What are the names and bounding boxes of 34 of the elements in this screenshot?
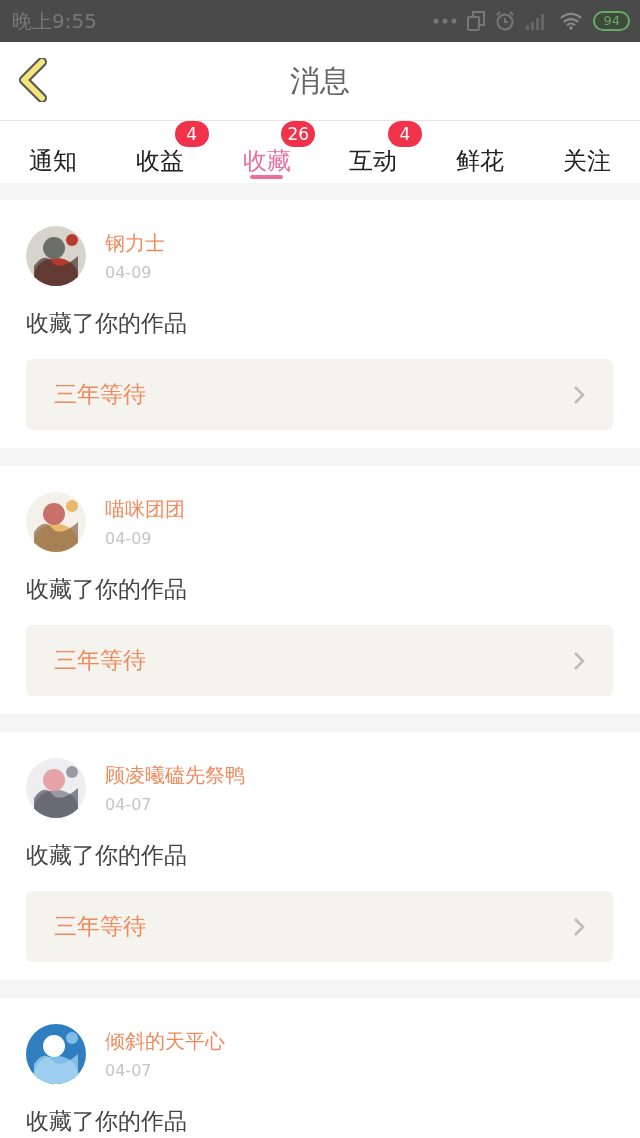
message-text: 收藏了你的作品 [26, 309, 188, 338]
user-name[interactable]: 顾凌曦磕先祭鸭 [105, 762, 245, 789]
message-text: 收藏了你的作品 [26, 841, 188, 870]
alarm-icon [495, 11, 516, 31]
chevron-icon [573, 916, 585, 937]
tab[interactable]: 关注 [533, 121, 640, 183]
wifi-icon [559, 12, 584, 30]
dots-icon [433, 18, 458, 24]
tab[interactable]: 鲜花 [426, 121, 534, 183]
user-name[interactable]: 喵咪团团 [105, 496, 185, 523]
message-date: 04-09 [105, 263, 153, 282]
tab[interactable]: 互动 4 [320, 121, 427, 183]
count-badge: 26 [281, 121, 316, 147]
message-text: 收藏了你的作品 [26, 575, 188, 604]
tab[interactable]: 收益 4 [106, 121, 214, 183]
tab[interactable]: 收藏 26 [213, 121, 320, 183]
message-date: 04-09 [105, 529, 153, 548]
work-link[interactable]: 三年等待 [26, 625, 613, 696]
user-name[interactable]: 钢力士 [105, 230, 165, 257]
work-link[interactable]: 三年等待 [26, 891, 613, 962]
user-name[interactable]: 倾斜的天平心 [105, 1028, 225, 1055]
message-text: 收藏了你的作品 [26, 1107, 188, 1136]
sim-icon [467, 11, 486, 31]
chevron-icon [573, 650, 585, 671]
chevron-icon [573, 384, 585, 405]
work-link[interactable]: 三年等待 [26, 359, 613, 430]
page-title: 消息 [290, 61, 350, 100]
message-date: 04-07 [105, 795, 153, 814]
message-date: 04-07 [105, 1061, 153, 1080]
count-badge: 4 [174, 121, 209, 147]
tab[interactable]: 通知 [0, 121, 107, 183]
count-badge: 4 [388, 121, 422, 147]
back-button[interactable] [18, 58, 48, 102]
battery-level: 94 [593, 11, 630, 31]
